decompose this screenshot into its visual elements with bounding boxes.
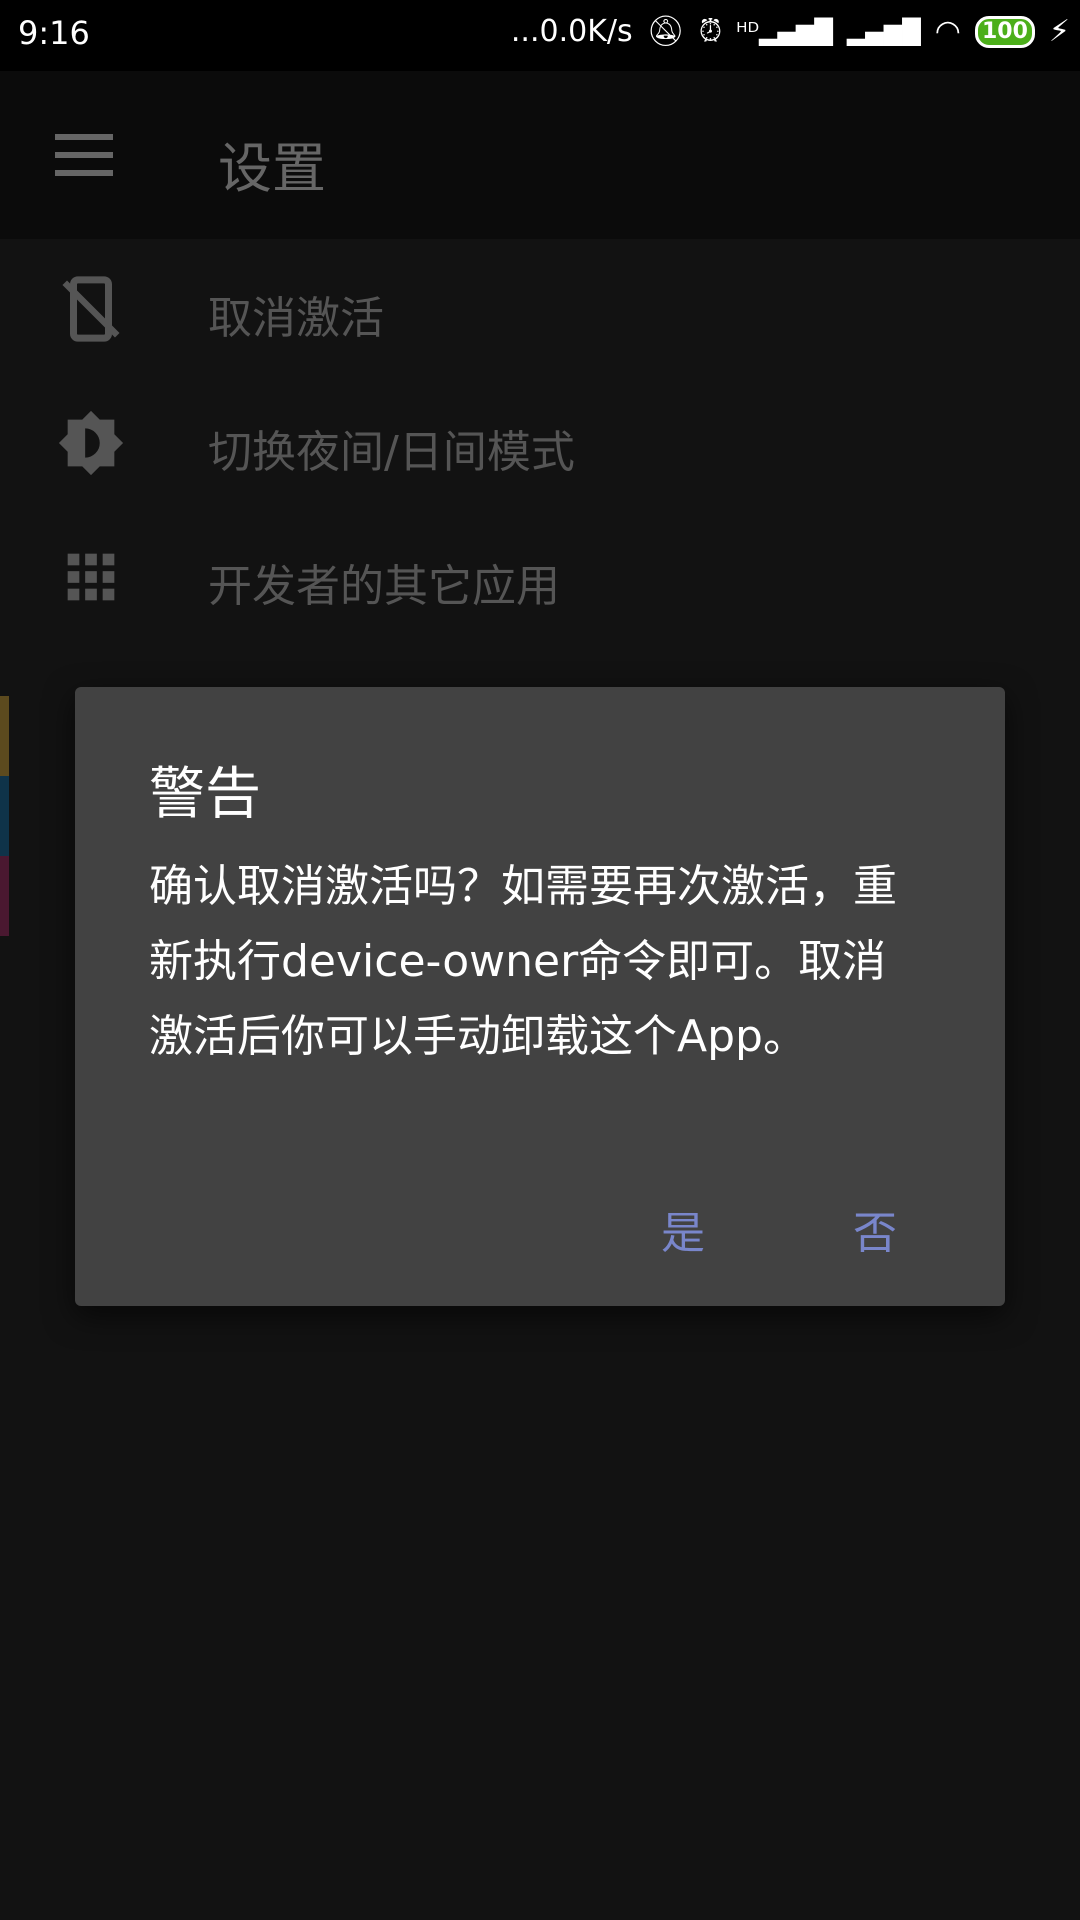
signal-icon: ▂▄▆█ [846, 17, 921, 46]
color-strip [0, 856, 9, 936]
dialog-message: 确认取消激活吗？如需要再次激活，重新执行device-owner命令即可。取消激… [149, 861, 897, 1062]
warning-dialog: 警告 确认取消激活吗？如需要再次激活，重新执行device-owner命令即可。… [75, 687, 1005, 1306]
apps-grid-icon [67, 553, 115, 601]
toolbar [0, 71, 1080, 239]
menu-label: 开发者的其它应用 [208, 561, 560, 612]
mute-icon: 🔕︎ [646, 14, 685, 49]
brightness-icon [58, 410, 124, 476]
status-bar: 9:16 ...0.0K/s 🔕︎ ⏰︎ ᴴᴰ▂▄▆█ ▂▄▆█ ◠ 100 ⚡… [0, 0, 1080, 71]
menu-item-toggle-night-mode[interactable]: 切换夜间/日间模式 [0, 376, 1080, 510]
status-time: 9:16 [18, 14, 90, 52]
battery-icon: 100 [974, 15, 1035, 48]
menu-item-other-apps[interactable]: 开发者的其它应用 [0, 510, 1080, 644]
menu-item-deactivate[interactable]: 取消激活 [0, 242, 1080, 376]
hd-signal-icon: ᴴᴰ▂▄▆█ [736, 17, 833, 46]
dialog-title: 警告 [149, 762, 261, 827]
hamburger-icon[interactable] [55, 134, 113, 176]
no-button[interactable]: 否 [853, 1197, 897, 1261]
yes-button[interactable]: 是 [661, 1197, 705, 1261]
color-strip [0, 776, 9, 856]
page-title: 设置 [218, 137, 326, 200]
alarm-icon: ⏰︎ [698, 14, 723, 49]
menu-label: 取消激活 [208, 293, 384, 344]
phone-off-icon [62, 276, 120, 342]
network-speed: ...0.0K/s [510, 14, 633, 49]
menu-label: 切换夜间/日间模式 [208, 427, 575, 478]
color-strip [0, 696, 9, 776]
wifi-icon: ◠ [934, 14, 961, 49]
status-icons: ...0.0K/s 🔕︎ ⏰︎ ᴴᴰ▂▄▆█ ▂▄▆█ ◠ 100 ⚡︎ [511, 14, 1070, 49]
charging-icon: ⚡︎ [1048, 14, 1070, 49]
